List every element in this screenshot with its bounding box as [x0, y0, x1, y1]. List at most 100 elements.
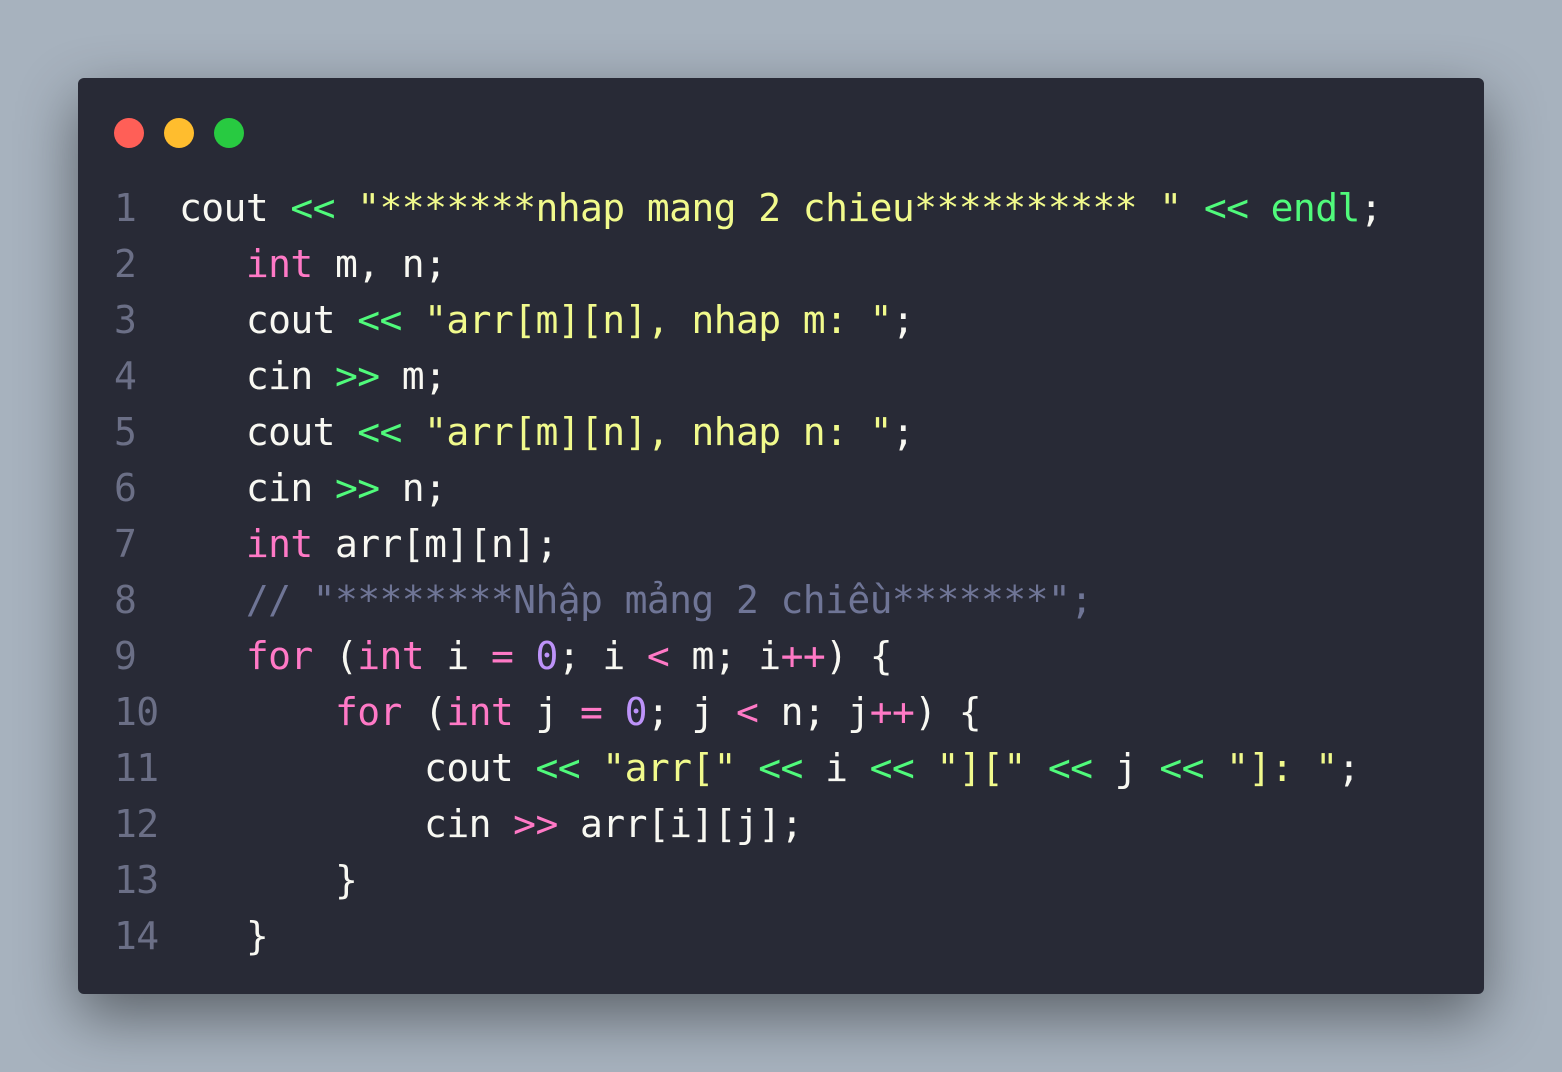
code-token: m; i — [669, 634, 781, 678]
code-token: "arr[" — [602, 746, 736, 790]
code-token: << — [758, 746, 803, 790]
code-token: << — [357, 298, 402, 342]
code-token: "]: " — [1226, 746, 1338, 790]
code-token: < — [646, 634, 670, 678]
code-text: cin >> m; — [179, 348, 447, 404]
code-token: n; — [379, 466, 447, 510]
line-number: 6 — [114, 466, 137, 510]
code-token: cout — [179, 746, 536, 790]
code-token: >> — [334, 466, 380, 510]
code-token: "arr[m][n], nhap n: " — [424, 410, 892, 454]
code-token: int — [245, 242, 313, 286]
code-token: << — [869, 746, 915, 790]
code-line: 5 cout << "arr[m][n], nhap n: "; — [78, 404, 1484, 460]
code-token: cin — [179, 466, 335, 510]
code-token: ++ — [869, 690, 915, 734]
code-line: 7 int arr[m][n]; — [78, 516, 1484, 572]
code-line: 6 cin >> n; — [78, 460, 1484, 516]
code-line: 4 cin >> m; — [78, 348, 1484, 404]
code-token: << — [357, 410, 402, 454]
line-number: 1 — [114, 186, 137, 230]
code-token: ; j — [646, 690, 737, 734]
code-text: cin >> n; — [179, 460, 447, 516]
code-token: = — [490, 634, 514, 678]
code-text: int arr[m][n]; — [179, 516, 559, 572]
code-token: ; — [1359, 186, 1383, 230]
code-line: 12 cin >> arr[i][j]; — [78, 796, 1484, 852]
code-token: cout — [179, 298, 358, 342]
code-token: << — [1159, 746, 1204, 790]
code-token: int — [245, 522, 313, 566]
code-token: 0 — [624, 690, 648, 734]
code-token: arr[m][n]; — [312, 522, 558, 566]
line-number: 14 — [114, 914, 159, 958]
code-token: j — [513, 690, 581, 734]
code-text: cout << "arr[m][n], nhap n: "; — [179, 404, 915, 460]
code-token: << — [1047, 746, 1093, 790]
line-number: 11 — [114, 746, 159, 790]
code-text: cout << "arr[m][n], nhap m: "; — [179, 292, 915, 348]
code-token: "][" — [936, 746, 1027, 790]
code-line: 1 cout << "*******nhap mang 2 chieu******… — [78, 180, 1484, 236]
code-text: int m, n; — [179, 236, 447, 292]
line-number: 8 — [114, 578, 137, 622]
line-number: 2 — [114, 242, 137, 286]
code-line: 11 cout << "arr[" << i << "][" << j << "… — [78, 740, 1484, 796]
code-token: << — [290, 186, 335, 230]
code-token: cin — [179, 354, 335, 398]
code-token: < — [736, 690, 759, 734]
code-token: = — [580, 690, 603, 734]
code-text: cin >> arr[i][j]; — [179, 796, 803, 852]
code-token: ; i — [557, 634, 647, 678]
code-token: n; j — [758, 690, 871, 734]
maximize-window-dot-icon[interactable] — [214, 118, 244, 148]
code-token: j — [1092, 746, 1160, 790]
code-token: "arr[m][n], nhap m: " — [424, 298, 892, 342]
code-token: i — [424, 634, 491, 678]
code-line: 8 // "********Nhập mảng 2 chiều*******"; — [78, 572, 1484, 628]
code-text: cout << "*******nhap mang 2 chieu*******… — [179, 180, 1383, 236]
minimize-window-dot-icon[interactable] — [164, 118, 194, 148]
code-token: int — [357, 634, 425, 678]
code-token: << — [1203, 186, 1249, 230]
code-text: for (int j = 0; j < n; j++) { — [179, 684, 982, 740]
line-number: 10 — [114, 690, 159, 734]
code-text: cout << "arr[" << i << "][" << j << "]: … — [179, 740, 1360, 796]
code-token: ( — [401, 690, 447, 734]
code-token: } — [179, 858, 358, 902]
code-token: 0 — [535, 634, 559, 678]
code-token: } — [179, 914, 269, 958]
code-line: 14 } — [78, 908, 1484, 964]
code-token: cin — [179, 802, 514, 846]
code-line: 13 } — [78, 852, 1484, 908]
code-token: for — [245, 634, 313, 678]
line-number: 9 — [114, 634, 137, 678]
code-line: 9 for (int i = 0; i < m; i++) { — [78, 628, 1484, 684]
line-number: 3 — [114, 298, 137, 342]
close-window-dot-icon[interactable] — [114, 118, 144, 148]
code-token: << — [535, 746, 581, 790]
code-text: } — [179, 908, 269, 964]
code-token: >> — [513, 802, 558, 846]
code-token: >> — [334, 354, 380, 398]
code-token: "*******nhap mang 2 chieu********** " — [357, 186, 1182, 230]
code-line: 3 cout << "arr[m][n], nhap m: "; — [78, 292, 1484, 348]
code-token: m, n; — [312, 242, 447, 286]
code-token: // "********Nhập mảng 2 chiều*******"; — [245, 578, 1093, 622]
code-block: 1 cout << "*******nhap mang 2 chieu******… — [78, 180, 1484, 964]
